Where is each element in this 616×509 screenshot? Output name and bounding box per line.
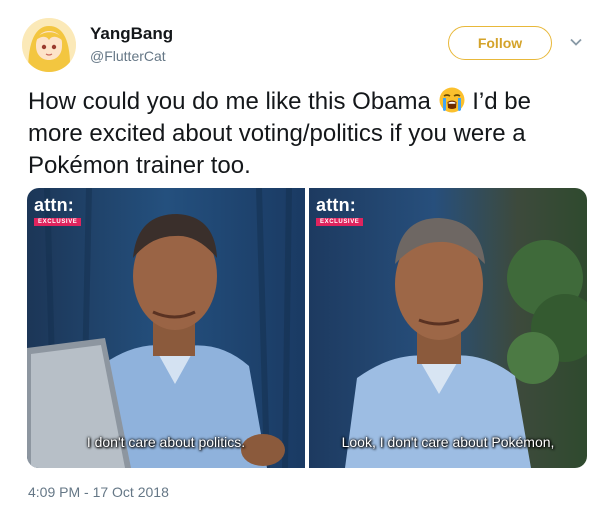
media-panel-left[interactable]: attn: EXCLUSIVE I don't care about polit… <box>27 188 305 468</box>
video-caption: I don't care about politics. <box>86 434 246 450</box>
exclusive-badge: EXCLUSIVE <box>316 218 364 226</box>
avatar[interactable] <box>22 18 76 72</box>
avatar-image <box>22 18 76 72</box>
follow-button[interactable]: Follow <box>448 26 552 60</box>
video-caption: Look, I don't care about Pokémon, <box>341 434 555 450</box>
video-frame-image <box>27 188 305 468</box>
loudly-crying-face-icon <box>438 86 466 114</box>
media-container[interactable]: attn: EXCLUSIVE I don't care about polit… <box>27 188 587 468</box>
tweet-timestamp[interactable]: 4:09 PM - 17 Oct 2018 <box>28 484 169 500</box>
tweet-text: How could you do me like this Obama I’d … <box>28 86 588 182</box>
tweet-text-part-1: How could you do me like this Obama <box>28 88 438 115</box>
exclusive-badge: EXCLUSIVE <box>34 218 82 226</box>
attn-logo: attn: <box>34 195 74 215</box>
author-handle[interactable]: @FlutterCat <box>90 48 166 64</box>
tweet-card: YangBang @FlutterCat Follow How could yo… <box>0 0 616 509</box>
video-frame-image <box>309 188 587 468</box>
media-panel-right[interactable]: attn: EXCLUSIVE Look, I don't care about… <box>309 188 587 468</box>
author-name[interactable]: YangBang <box>90 24 173 44</box>
follow-button-label: Follow <box>477 35 523 51</box>
chevron-down-icon[interactable] <box>568 34 584 50</box>
attn-logo: attn: <box>316 195 356 215</box>
